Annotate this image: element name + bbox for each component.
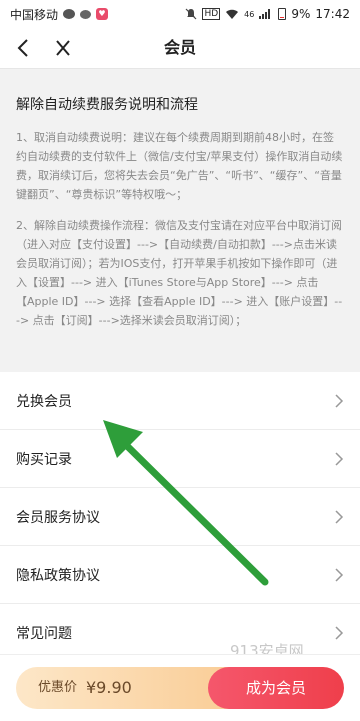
chevron-right-icon: [335, 567, 344, 582]
purchase-bar: 优惠价 ¥9.90 成为会员: [0, 654, 360, 721]
menu-item-label: 购买记录: [16, 451, 72, 468]
chevron-right-icon: [335, 509, 344, 524]
signal-icon: [259, 9, 271, 19]
chevron-right-icon: [335, 393, 344, 408]
price-label: 优惠价: [38, 680, 78, 695]
wechat-icon: [63, 9, 76, 19]
close-button[interactable]: [53, 37, 73, 59]
bell-muted-icon: [186, 8, 197, 20]
menu-item-label: 隐私政策协议: [16, 567, 100, 584]
menu-item-label: 兑换会员: [16, 393, 72, 410]
become-member-button[interactable]: 成为会员: [208, 667, 344, 709]
carrier-label: 中国移动: [10, 7, 59, 22]
auto-renew-info: 解除自动续费服务说明和流程 1、取消自动续费说明：建议在每个续费周期到期前48小…: [0, 78, 360, 327]
chevron-left-icon: [17, 39, 28, 57]
menu-item-label: 常见问题: [16, 625, 72, 642]
hd-label: HD: [202, 8, 221, 20]
back-button[interactable]: [14, 37, 34, 59]
info-paragraph-1: 1、取消自动续费说明：建议在每个续费周期到期前48小时，在签约自动续费的支付软件…: [16, 131, 343, 201]
clock-time: 17:42: [315, 7, 350, 21]
close-icon: [56, 40, 70, 56]
info-title: 解除自动续费服务说明和流程: [16, 97, 198, 113]
health-app-icon: ♥: [96, 8, 109, 20]
menu-item-privacy-policy[interactable]: 隐私政策协议: [0, 546, 360, 604]
menu-item-label: 会员服务协议: [16, 509, 100, 526]
battery-icon: [278, 8, 287, 20]
price-value: ¥9.90: [86, 678, 132, 697]
menu-item-service-agreement[interactable]: 会员服务协议: [0, 488, 360, 546]
status-bar: 中国移动 ♥ HD 46 9% 17:42: [0, 0, 360, 28]
menu-item-redeem[interactable]: 兑换会员: [0, 372, 360, 430]
signal-label: 46: [244, 9, 255, 19]
app-header: 会员: [0, 28, 360, 69]
menu-item-purchase-history[interactable]: 购买记录: [0, 430, 360, 488]
chevron-right-icon: [335, 625, 344, 640]
member-menu: 兑换会员 购买记录 会员服务协议 隐私政策协议 常见问题: [0, 372, 360, 662]
wifi-icon: [226, 9, 239, 19]
chevron-right-icon: [335, 451, 344, 466]
chat-icon: [80, 9, 92, 19]
battery-percent: 9%: [291, 7, 311, 21]
info-paragraph-2: 2、解除自动续费操作流程：微信及支付宝请在对应平台中取消订阅（进入对应【支付设置…: [16, 219, 343, 327]
